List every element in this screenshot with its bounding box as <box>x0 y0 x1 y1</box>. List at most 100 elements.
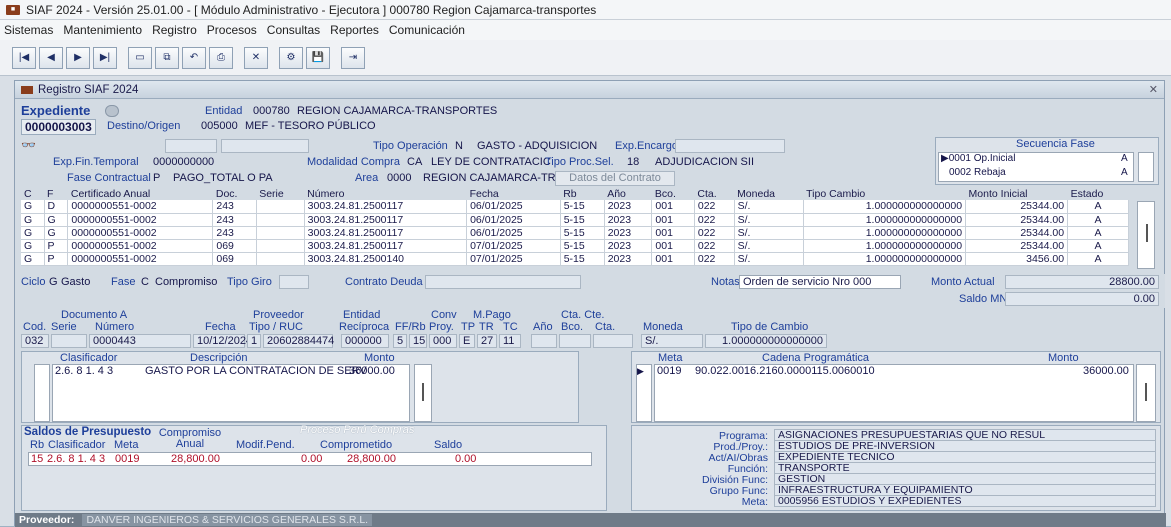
table-row[interactable]: G P 0000000551-0002 069 3003.24.81.2500140 07… <box>21 252 1129 266</box>
clasificador-code[interactable]: 2.6. 8 1. 4 3 <box>55 365 113 377</box>
saldo-mn-label: Saldo MN <box>959 293 1008 305</box>
menu-procesos[interactable]: Procesos <box>207 23 257 37</box>
clasificador-scrollbar[interactable] <box>414 364 432 422</box>
docs-cell: 25344.00 <box>965 226 1069 240</box>
table-row[interactable]: G G 0000000551-0002 243 3003.24.81.2500117 06… <box>21 213 1129 227</box>
programa-label: Meta: <box>741 496 768 508</box>
tipo-proc-code: 18 <box>627 156 640 168</box>
secuencia-row-2[interactable]: 0002 Rebaja <box>949 167 1006 178</box>
fecha-label: Fecha <box>205 321 236 333</box>
docs-cell: P <box>44 252 69 266</box>
notas-field[interactable]: Orden de servicio Nro 000 <box>739 275 901 289</box>
group-documento: Documento A <box>61 309 128 321</box>
saldos-comprometido-header: Comprometido <box>320 439 393 451</box>
menu-registro[interactable]: Registro <box>152 23 197 37</box>
docs-cell: 3003.24.81.2500117 <box>304 200 468 214</box>
ciclo-panel: Ciclo G Gasto Fase C Compromiso Tipo Gir… <box>15 274 1165 308</box>
programa-value: 0005956 ESTUDIOS Y EXPEDIENTES <box>774 495 1156 507</box>
cod-value: 032 <box>21 334 49 348</box>
meta-row-selector[interactable]: ▶ <box>636 364 652 422</box>
secuencia-scrollbar[interactable] <box>1138 152 1154 182</box>
app-window: ■ SIAF 2024 - Versión 25.01.00 - [ Módul… <box>0 0 1171 527</box>
tipo-cambio-label: Tipo de Cambio <box>731 321 809 333</box>
group-conv: Conv <box>431 309 457 321</box>
siaf-logo-icon: ■ <box>6 4 20 15</box>
docs-cell: 022 <box>694 200 735 214</box>
last-record-icon[interactable]: ▶| <box>93 46 117 69</box>
first-record-icon[interactable]: |◀ <box>12 46 36 69</box>
close-icon[interactable]: ✕ <box>1149 83 1158 96</box>
copy-icon[interactable]: ⧉ <box>155 46 179 69</box>
documento-panel: Documento A Proveedor Entidad Conv M.Pag… <box>15 308 1165 350</box>
delete-icon[interactable]: ✕ <box>244 46 268 69</box>
docs-cell: A <box>1067 213 1129 227</box>
print-icon[interactable]: ⎙ <box>209 46 233 69</box>
new-icon[interactable]: ▭ <box>128 46 152 69</box>
tipo-giro-label: Tipo Giro <box>227 276 272 288</box>
exp-fin-value: 0000000000 <box>153 156 215 168</box>
docs-cell <box>256 252 305 266</box>
menu-sistemas[interactable]: Sistemas <box>4 23 53 37</box>
docs-cell: 001 <box>651 239 695 253</box>
secuencia-row-1[interactable]: ▶0001 Op.Inicial <box>941 153 1015 164</box>
next-record-icon[interactable]: ▶ <box>66 46 90 69</box>
docs-cell: 5-15 <box>560 252 605 266</box>
entidad-label: Entidad <box>205 105 243 117</box>
menu-consultas[interactable]: Consultas <box>267 23 320 37</box>
modalidad-value: LEY DE CONTRATACIC <box>431 156 551 168</box>
toolbar: |◀ ◀ ▶ ▶| ▭ ⧉ ↶ ⎙ ✕ ⚙ 💾 ⇥ <box>0 40 1171 76</box>
meta-code[interactable]: 0019 <box>657 365 681 377</box>
docs-cell: 06/01/2025 <box>466 200 561 214</box>
exp-encargo-field[interactable] <box>675 139 785 153</box>
reciproca-label: Recíproca <box>339 321 390 333</box>
binoculars-icon[interactable]: 👓 <box>21 138 36 152</box>
fase-contractual-label: Fase Contractual <box>67 172 151 184</box>
prev-record-icon[interactable]: ◀ <box>39 46 63 69</box>
registro-window: Registro SIAF 2024 ✕ Expediente 00000030… <box>14 80 1166 527</box>
datos-contrato-button[interactable]: Datos del Contrato <box>555 171 675 186</box>
docs-cell: S/. <box>734 200 804 214</box>
save-icon[interactable]: 💾 <box>306 46 330 69</box>
docs-header-1: F <box>44 187 68 200</box>
docs-cell: S/. <box>734 252 804 266</box>
menu-bar: Sistemas Mantenimiento Registro Procesos… <box>0 20 1171 40</box>
programa-panel: Programa: ASIGNACIONES PRESUPUESTARIAS QU… <box>631 425 1161 511</box>
docs-cell: S/. <box>734 213 804 227</box>
docs-cell: S/. <box>734 226 804 240</box>
expediente-toggle[interactable] <box>105 105 119 117</box>
undo-icon[interactable]: ↶ <box>182 46 206 69</box>
table-row[interactable]: G P 0000000551-0002 069 3003.24.81.2500117 07… <box>21 239 1129 253</box>
descripcion-header: Descripción <box>190 352 248 364</box>
meta-scrollbar[interactable] <box>1136 364 1156 422</box>
docs-cell: G <box>21 200 45 214</box>
tp-value: E <box>459 334 475 348</box>
tipo-cambio-value: 1.000000000000000 <box>705 334 827 348</box>
saldos-row[interactable]: 15 2.6. 8 1. 4 3 0019 28,800.00 0.00 28,… <box>28 452 592 466</box>
saldos-meta: 0019 <box>115 453 140 465</box>
docs-cell: 2023 <box>604 200 653 214</box>
saldos-comprometido: 28,800.00 <box>347 453 396 465</box>
tipo-giro-field[interactable] <box>279 275 309 289</box>
docs-cell: 243 <box>212 213 257 227</box>
menu-reportes[interactable]: Reportes <box>330 23 379 37</box>
clasificador-row-selector[interactable] <box>34 364 50 422</box>
menu-comunicacion[interactable]: Comunicación <box>389 23 465 37</box>
tools-icon[interactable]: ⚙ <box>279 46 303 69</box>
table-row[interactable]: G G 0000000551-0002 243 3003.24.81.2500117 06… <box>21 226 1129 240</box>
cod-label: Cod. <box>23 321 47 333</box>
ano-value <box>531 334 557 348</box>
docs-cell: 069 <box>212 239 257 253</box>
exit-icon[interactable]: ⇥ <box>341 46 365 69</box>
meta-monto: 36000.00 <box>1083 365 1129 377</box>
table-row[interactable]: G D 0000000551-0002 243 3003.24.81.2500117 06… <box>21 200 1129 214</box>
menu-mantenimiento[interactable]: Mantenimiento <box>63 23 142 37</box>
group-cta-cte: Cta. Cte. <box>561 309 605 321</box>
fase-code: C <box>141 276 149 288</box>
docs-cell: A <box>1067 239 1129 253</box>
secuencia-title: Secuencia Fase <box>1016 138 1095 150</box>
documents-scrollbar[interactable] <box>1137 201 1155 269</box>
saldos-panel: Saldos de Presupuesto Proceso Perú Compr… <box>21 424 607 511</box>
docs-header-11: Moneda <box>734 187 804 200</box>
docs-cell: 3003.24.81.2500117 <box>304 226 468 240</box>
contrato-deuda-field[interactable] <box>425 275 581 289</box>
